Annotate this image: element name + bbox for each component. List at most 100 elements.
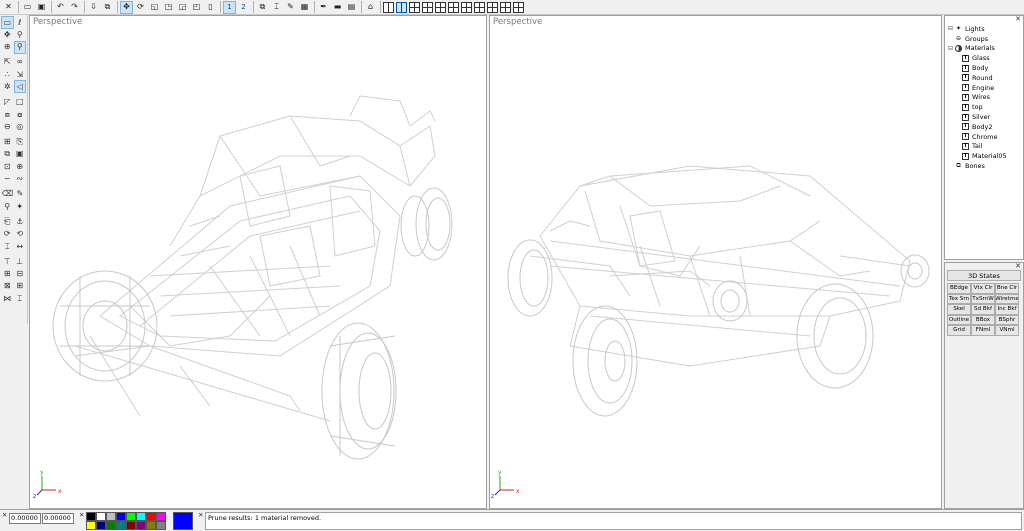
deselect-icon[interactable]: ◲	[176, 1, 189, 14]
flip-h-icon[interactable]: ⋈	[2, 293, 13, 304]
align-bottom-icon[interactable]: ⊥	[15, 256, 26, 267]
color-swatch[interactable]	[86, 512, 96, 521]
pan-icon[interactable]: ✥	[2, 29, 13, 40]
open-folder-icon[interactable]: ▭	[21, 1, 34, 14]
bone-icon[interactable]: ∽	[2, 174, 13, 185]
text-cursor-icon[interactable]: ⌶	[270, 1, 283, 14]
magic-wand-icon[interactable]: ✦	[15, 201, 26, 212]
close-icon[interactable]: ✕	[1015, 262, 1021, 270]
tree-item-material[interactable]: T Wires	[948, 93, 1007, 103]
state-button[interactable]: Tex Srn	[947, 293, 971, 304]
anchor-icon[interactable]: ⚓	[15, 216, 26, 227]
state-button[interactable]: Skel	[947, 304, 971, 315]
pencil-icon[interactable]: ✎	[15, 189, 25, 200]
state-button[interactable]: FNml	[971, 325, 995, 336]
tree-item-materials[interactable]: ⊟ Materials	[948, 44, 1007, 54]
tree-item-material[interactable]: T Body2	[948, 122, 1007, 132]
color-swatch[interactable]	[116, 521, 126, 530]
joint-icon[interactable]: ∾	[15, 174, 26, 185]
state-button[interactable]: BSphr	[995, 314, 1019, 325]
view-button-2[interactable]: 2	[237, 1, 250, 14]
color-swatch[interactable]	[86, 521, 96, 530]
select-vertex-icon[interactable]: ⇱	[2, 57, 13, 68]
close-icon[interactable]: ✕	[2, 1, 15, 14]
scale-vertex-icon[interactable]: ⇲	[15, 69, 26, 80]
single-viewport-icon[interactable]	[383, 1, 394, 13]
weld-icon[interactable]: ⊡	[2, 161, 13, 172]
close-icon[interactable]: ✕	[198, 511, 203, 519]
color-swatch[interactable]	[96, 512, 106, 521]
color-swatch[interactable]	[116, 512, 126, 521]
edit-icon[interactable]: ✎	[284, 1, 297, 14]
text-beam-icon[interactable]: ⌶	[2, 241, 13, 252]
tree-item-material[interactable]: T Tail	[948, 142, 1007, 152]
info-icon[interactable]: ▯	[204, 1, 217, 14]
invert-icon[interactable]: ◰	[190, 1, 203, 14]
state-button[interactable]: VNml	[995, 325, 1019, 336]
tree-item-lights[interactable]: ⊟ ✦ Lights	[948, 24, 1007, 34]
rotate-icon[interactable]: ⟳	[134, 1, 147, 14]
undo-icon[interactable]: ↶	[54, 1, 67, 14]
redo-icon[interactable]: ↷	[68, 1, 81, 14]
tree-item-material[interactable]: T Glass	[948, 53, 1007, 63]
collapse-icon[interactable]: ⊟	[948, 45, 955, 52]
width-icon[interactable]: ↔	[15, 241, 26, 252]
tree-item-material[interactable]: T Engine	[948, 83, 1007, 93]
color-swatch[interactable]	[96, 521, 106, 530]
close-icon[interactable]: ✕	[2, 511, 7, 519]
face-select-icon[interactable]: ◁	[13, 80, 26, 94]
layout-5-icon[interactable]	[435, 1, 446, 13]
color-swatch[interactable]	[106, 521, 116, 530]
viewport-right[interactable]: y x z Perspective	[489, 15, 942, 509]
zoom-region-icon[interactable]: ⊕	[2, 42, 13, 53]
select-rect-icon[interactable]: ▭	[1, 16, 14, 29]
close-icon[interactable]: ✕	[79, 511, 84, 519]
eraser-icon[interactable]: ⌫	[2, 189, 13, 200]
align-center-icon[interactable]: ⊟	[15, 269, 26, 280]
color-swatch[interactable]	[126, 521, 136, 530]
tag-icon[interactable]: ⌂	[364, 1, 377, 14]
tree-item-material[interactable]: T Material05	[948, 151, 1007, 161]
image-icon[interactable]: ▦	[298, 1, 311, 14]
zoom-icon[interactable]: ⚲	[15, 29, 26, 40]
box-icon[interactable]: ⧇	[15, 109, 26, 120]
close-icon[interactable]: ✕	[1015, 15, 1021, 23]
state-button[interactable]: Wiretme	[995, 293, 1019, 304]
state-button[interactable]: Inc Bkf	[995, 304, 1019, 315]
cylinder-icon[interactable]: ⊖	[2, 121, 13, 132]
expand-icon[interactable]: ⊟	[948, 25, 955, 32]
state-button[interactable]: BEdge	[947, 283, 971, 294]
layout-4-icon[interactable]	[422, 1, 433, 13]
color-swatch[interactable]	[126, 512, 136, 521]
tree-item-bones[interactable]: ⧉ Bones	[948, 161, 1007, 171]
tree-item-material[interactable]: T Body	[948, 63, 1007, 73]
color-swatch[interactable]	[106, 512, 116, 521]
tree-item-groups[interactable]: ⊖ Groups	[948, 34, 1007, 44]
copy-icon[interactable]: ⧉	[256, 1, 269, 14]
cross-icon[interactable]: ⊕	[15, 161, 26, 172]
square-icon[interactable]: □	[15, 97, 26, 108]
snap-icon[interactable]: ⊠	[2, 281, 13, 292]
coord-x-field[interactable]: 0.00000	[9, 513, 41, 524]
state-button[interactable]: Vtx Clr	[971, 283, 995, 294]
duplicate-icon[interactable]: ⧉	[2, 149, 13, 160]
color-swatch[interactable]	[156, 512, 166, 521]
color-swatch[interactable]	[136, 521, 146, 530]
layout-7-icon[interactable]	[461, 1, 472, 13]
align-grid-icon[interactable]: ⊞	[2, 269, 13, 280]
eyedropper-icon[interactable]: ✒	[317, 1, 330, 14]
grid-icon[interactable]: ⊞	[2, 137, 13, 148]
states-title-button[interactable]: 3D States	[947, 270, 1021, 281]
rotate-cw-icon[interactable]: ⟳	[2, 229, 13, 240]
zoom-fit-icon[interactable]: ⚲	[13, 40, 26, 54]
color-swatch[interactable]	[136, 512, 146, 521]
state-button[interactable]: Sd Bkf	[971, 304, 995, 315]
pin-icon[interactable]: ⚲	[2, 201, 13, 212]
export-icon[interactable]: ⧉	[101, 1, 114, 14]
layout-8-icon[interactable]	[474, 1, 485, 13]
coord-y-field[interactable]: 0.00000	[42, 513, 74, 524]
state-button[interactable]: Bne Clr	[995, 283, 1019, 294]
vertex-move-icon[interactable]: ∴	[2, 69, 13, 80]
two-viewports-icon[interactable]	[396, 1, 407, 13]
star-icon[interactable]: ✲	[2, 81, 13, 92]
